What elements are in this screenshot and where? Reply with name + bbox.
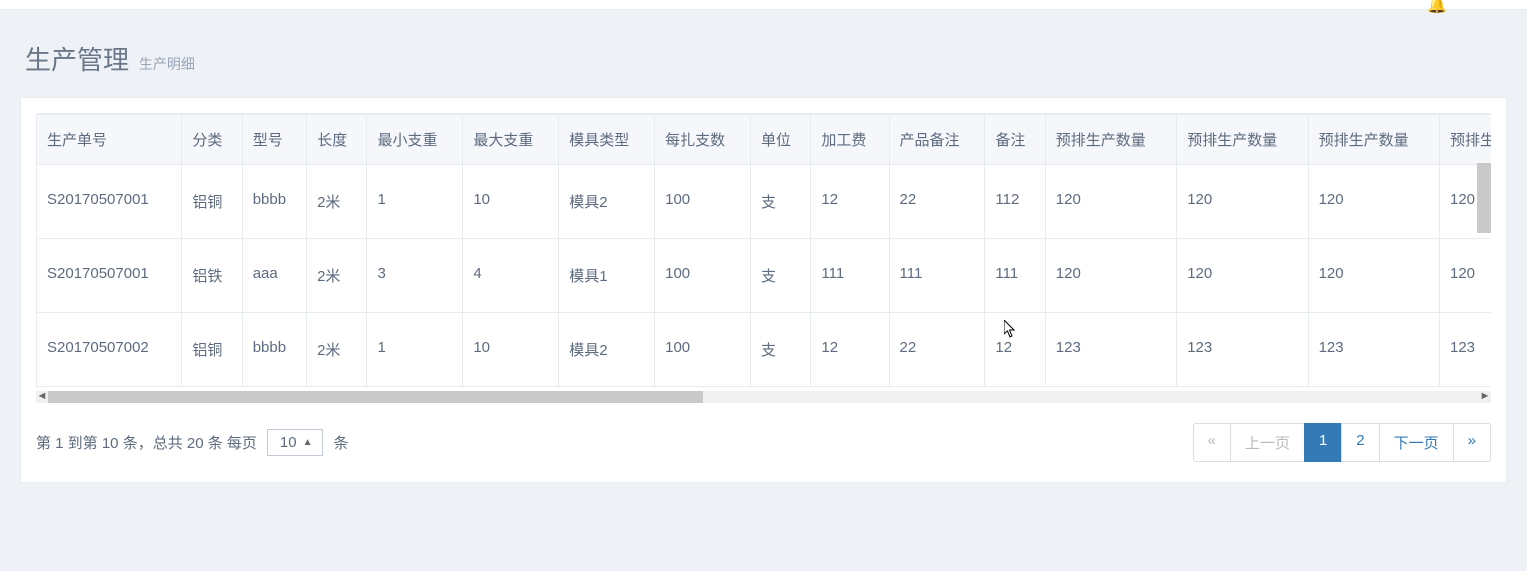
table-cell: 支 <box>751 313 811 387</box>
table-cell: 12 <box>811 313 889 387</box>
info-prefix: 第 1 到第 10 条，总共 20 条 每页 <box>36 432 257 453</box>
table-cell: S20170507001 <box>37 239 182 313</box>
table-cell: 支 <box>751 165 811 239</box>
pagination-info: 第 1 到第 10 条，总共 20 条 每页 10 ▲ 条 <box>36 429 349 456</box>
horizontal-scrollbar[interactable]: ◄ ► <box>36 391 1491 403</box>
scroll-left-arrow-icon[interactable]: ◄ <box>36 390 48 402</box>
table-cell: aaa <box>242 239 306 313</box>
column-header[interactable]: 最大支重 <box>463 114 559 165</box>
table-cell: S20170507001 <box>37 165 182 239</box>
info-suffix: 条 <box>333 432 348 453</box>
column-header[interactable]: 单位 <box>751 114 811 165</box>
scroll-right-arrow-icon[interactable]: ► <box>1479 390 1491 402</box>
table-cell: 铝铁 <box>182 239 242 313</box>
vertical-scrollbar-thumb[interactable] <box>1477 163 1491 233</box>
bell-icon[interactable]: 🔔 <box>1427 0 1447 15</box>
page-number-button[interactable]: 2 <box>1341 423 1379 462</box>
table-cell: 123 <box>1440 313 1492 387</box>
table-header-row: 生产单号分类型号长度最小支重最大支重模具类型每扎支数单位加工费产品备注备注预排生… <box>37 114 1492 165</box>
table-scroll: 生产单号分类型号长度最小支重最大支重模具类型每扎支数单位加工费产品备注备注预排生… <box>36 113 1491 387</box>
table-row[interactable]: S20170507001铝铜bbbb2米110模具2100支1222112120… <box>37 165 1492 239</box>
column-header[interactable]: 预排生产数量 <box>1308 114 1439 165</box>
pagination: « 上一页 12 下一页 » <box>1194 423 1491 462</box>
table-row[interactable]: S20170507002铝铜bbbb2米110模具2100支1222121231… <box>37 313 1492 387</box>
table-cell: 123 <box>1308 313 1439 387</box>
column-header[interactable]: 分类 <box>182 114 242 165</box>
table-cell: 111 <box>889 239 985 313</box>
column-header[interactable]: 最小支重 <box>367 114 463 165</box>
table-cell: 120 <box>1308 165 1439 239</box>
column-header[interactable]: 长度 <box>307 114 367 165</box>
table-cell: 支 <box>751 239 811 313</box>
page-title: 生产管理 <box>25 40 129 77</box>
table-cell: 2米 <box>307 313 367 387</box>
table-cell: 120 <box>1177 165 1308 239</box>
table-cell: 12 <box>811 165 889 239</box>
column-header[interactable]: 型号 <box>242 114 306 165</box>
first-page-button[interactable]: « <box>1193 423 1231 462</box>
column-header[interactable]: 产品备注 <box>889 114 985 165</box>
table-cell: 100 <box>655 239 751 313</box>
table-cell: 模具2 <box>559 313 655 387</box>
table-cell: 120 <box>1045 239 1176 313</box>
table-cell: 1 <box>367 313 463 387</box>
table-cell: 100 <box>655 165 751 239</box>
table-cell: 111 <box>985 239 1045 313</box>
column-header[interactable]: 备注 <box>985 114 1045 165</box>
table-cell: 3 <box>367 239 463 313</box>
table-cell: 12 <box>985 313 1045 387</box>
table-cell: 112 <box>985 165 1045 239</box>
column-header[interactable]: 每扎支数 <box>655 114 751 165</box>
table-cell: 22 <box>889 165 985 239</box>
column-header[interactable]: 生产单号 <box>37 114 182 165</box>
table-cell: 模具2 <box>559 165 655 239</box>
table-cell: bbbb <box>242 165 306 239</box>
table-cell: 120 <box>1440 239 1492 313</box>
column-header[interactable]: 预排生产 <box>1440 114 1492 165</box>
table-cell: 10 <box>463 165 559 239</box>
table-row[interactable]: S20170507001铝铁aaa2米34模具1100支111111111120… <box>37 239 1492 313</box>
table-cell: 铝铜 <box>182 313 242 387</box>
table-cell: 123 <box>1177 313 1308 387</box>
page-header: 生产管理 生产明细 <box>20 30 1507 97</box>
table-cell: 123 <box>1045 313 1176 387</box>
top-bar: 🔔 <box>0 0 1527 10</box>
table-cell: 10 <box>463 313 559 387</box>
table-cell: S20170507002 <box>37 313 182 387</box>
last-page-button[interactable]: » <box>1453 423 1491 462</box>
table-cell: 120 <box>1177 239 1308 313</box>
panel: 生产单号分类型号长度最小支重最大支重模具类型每扎支数单位加工费产品备注备注预排生… <box>20 97 1507 483</box>
table-cell: 2米 <box>307 239 367 313</box>
table-cell: 铝铜 <box>182 165 242 239</box>
table-cell: 22 <box>889 313 985 387</box>
page-wrap: 生产管理 生产明细 生产单号分类型号长度最小支重最大支重模具类型每扎支数单位加工… <box>0 10 1527 503</box>
caret-up-icon: ▲ <box>303 437 313 448</box>
horizontal-scrollbar-thumb[interactable] <box>48 391 703 403</box>
table-cell: bbbb <box>242 313 306 387</box>
table-footer: 第 1 到第 10 条，总共 20 条 每页 10 ▲ 条 « 上一页 12 下… <box>36 423 1491 462</box>
page-subtitle: 生产明细 <box>139 54 195 74</box>
table-cell: 120 <box>1045 165 1176 239</box>
column-header[interactable]: 预排生产数量 <box>1177 114 1308 165</box>
column-header[interactable]: 模具类型 <box>559 114 655 165</box>
column-header[interactable]: 加工费 <box>811 114 889 165</box>
table-cell: 模具1 <box>559 239 655 313</box>
table-cell: 100 <box>655 313 751 387</box>
table-cell: 120 <box>1308 239 1439 313</box>
table-cell: 2米 <box>307 165 367 239</box>
table-cell: 4 <box>463 239 559 313</box>
table-cell: 111 <box>811 239 889 313</box>
page-number-button[interactable]: 1 <box>1304 423 1342 462</box>
column-header[interactable]: 预排生产数量 <box>1045 114 1176 165</box>
page-size-value: 10 <box>280 434 297 451</box>
page-size-select[interactable]: 10 ▲ <box>267 429 324 456</box>
table-cell: 1 <box>367 165 463 239</box>
next-page-button[interactable]: 下一页 <box>1379 423 1454 462</box>
table-body: S20170507001铝铜bbbb2米110模具2100支1222112120… <box>37 165 1492 387</box>
prev-page-button[interactable]: 上一页 <box>1230 423 1305 462</box>
data-table: 生产单号分类型号长度最小支重最大支重模具类型每扎支数单位加工费产品备注备注预排生… <box>36 113 1491 387</box>
